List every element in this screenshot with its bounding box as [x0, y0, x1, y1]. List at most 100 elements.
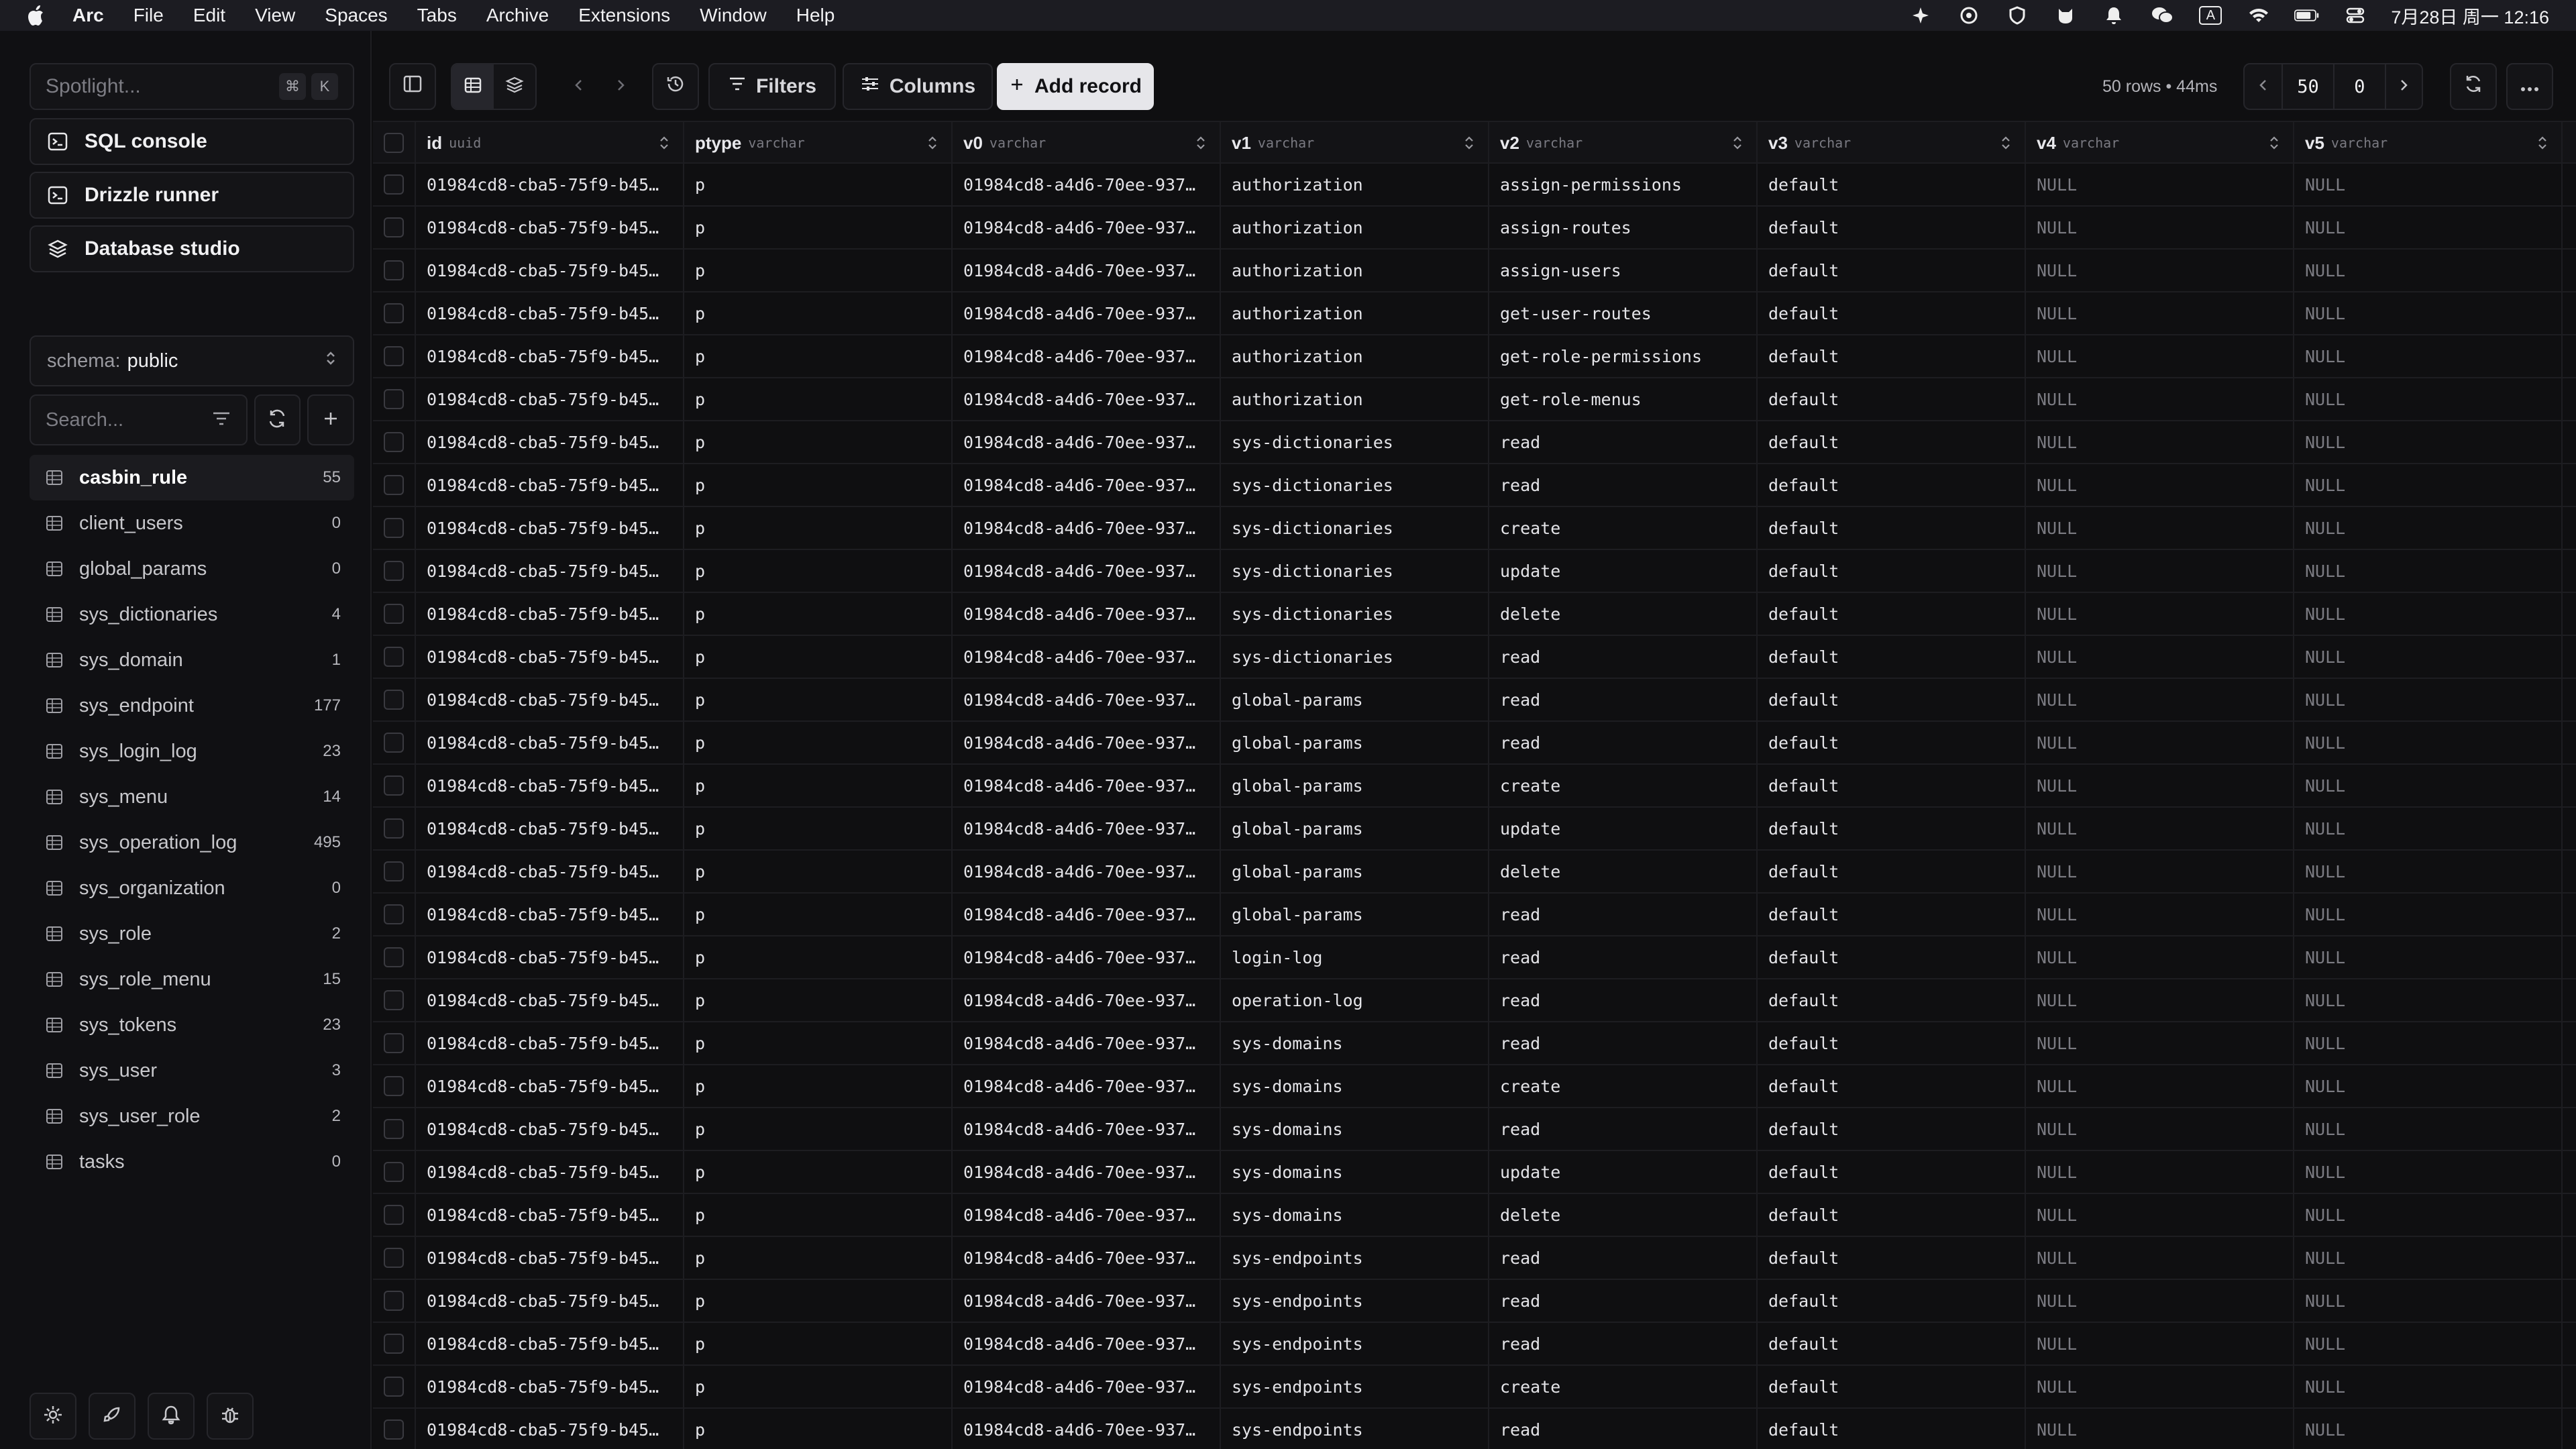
back-button[interactable] [558, 63, 600, 110]
row-checkbox[interactable] [384, 1162, 404, 1182]
menu-extensions[interactable]: Extensions [578, 5, 670, 26]
cell-v5[interactable]: NULL [2294, 722, 2563, 763]
cell-v5[interactable]: NULL [2294, 1323, 2563, 1364]
sidebar-table-item[interactable]: sys_user 3 [30, 1048, 354, 1093]
cell-v2[interactable]: delete [1489, 1194, 1758, 1236]
table-row[interactable]: 01984cd8-cba5-75f9-b45… p 01984cd8-a4d6-70… [373, 593, 2576, 636]
cell-v2[interactable]: delete [1489, 593, 1758, 635]
spotlight-search[interactable]: Spotlight... ⌘ K [30, 63, 354, 110]
cell-v3[interactable]: default [1758, 1065, 2026, 1107]
cell-v3[interactable]: default [1758, 679, 2026, 720]
cell-v2[interactable]: read [1489, 1323, 1758, 1364]
cell-v0[interactable]: 01984cd8-a4d6-70ee-937… [953, 207, 1221, 248]
row-checkbox[interactable] [384, 904, 404, 924]
cell-v0[interactable]: 01984cd8-a4d6-70ee-937… [953, 292, 1221, 334]
table-search-input[interactable]: Search... [30, 394, 248, 445]
cell-v1[interactable]: authorization [1221, 250, 1489, 291]
cell-id[interactable]: 01984cd8-cba5-75f9-b45… [416, 1108, 684, 1150]
schema-view-button[interactable] [494, 64, 535, 109]
cell-v3[interactable]: default [1758, 722, 2026, 763]
row-checkbox[interactable] [384, 174, 404, 195]
cell-v4[interactable]: NULL [2026, 250, 2294, 291]
cell-id[interactable]: 01984cd8-cba5-75f9-b45… [416, 335, 684, 377]
row-checkbox[interactable] [384, 947, 404, 967]
cell-v4[interactable]: NULL [2026, 507, 2294, 549]
cell-v2[interactable]: read [1489, 936, 1758, 978]
cell-v4[interactable]: NULL [2026, 722, 2294, 763]
cell-id[interactable]: 01984cd8-cba5-75f9-b45… [416, 292, 684, 334]
cell-v1[interactable]: authorization [1221, 335, 1489, 377]
column-header-id[interactable]: id uuid [416, 122, 684, 164]
cell-v2[interactable]: read [1489, 464, 1758, 506]
table-row[interactable]: 01984cd8-cba5-75f9-b45… p 01984cd8-a4d6-70… [373, 679, 2576, 722]
cell-v4[interactable]: NULL [2026, 593, 2294, 635]
openai-icon[interactable] [1956, 5, 1982, 25]
menubar-clock[interactable]: 7月28日 周一 12:16 [2391, 3, 2549, 29]
cell-id[interactable]: 01984cd8-cba5-75f9-b45… [416, 1065, 684, 1107]
add-record-button[interactable]: Add record [997, 63, 1154, 110]
cell-v1[interactable]: sys-endpoints [1221, 1280, 1489, 1322]
table-row[interactable]: 01984cd8-cba5-75f9-b45… p 01984cd8-a4d6-70… [373, 1237, 2576, 1280]
cell-v0[interactable]: 01984cd8-a4d6-70ee-937… [953, 1022, 1221, 1064]
table-row[interactable]: 01984cd8-cba5-75f9-b45… p 01984cd8-a4d6-70… [373, 1065, 2576, 1108]
cell-v2[interactable]: read [1489, 679, 1758, 720]
cell-ptype[interactable]: p [684, 164, 953, 205]
row-checkbox[interactable] [384, 647, 404, 667]
cell-id[interactable]: 01984cd8-cba5-75f9-b45… [416, 722, 684, 763]
table-row[interactable]: 01984cd8-cba5-75f9-b45… p 01984cd8-a4d6-70… [373, 936, 2576, 979]
cell-v0[interactable]: 01984cd8-a4d6-70ee-937… [953, 979, 1221, 1021]
cell-v2[interactable]: create [1489, 1366, 1758, 1407]
cell-ptype[interactable]: p [684, 292, 953, 334]
table-row[interactable]: 01984cd8-cba5-75f9-b45… p 01984cd8-a4d6-70… [373, 636, 2576, 679]
cell-ptype[interactable]: p [684, 1108, 953, 1150]
sort-icon[interactable] [1729, 133, 1746, 153]
cell-v1[interactable]: sys-dictionaries [1221, 464, 1489, 506]
cell-v2[interactable]: create [1489, 507, 1758, 549]
cell-v1[interactable]: authorization [1221, 164, 1489, 205]
cell-id[interactable]: 01984cd8-cba5-75f9-b45… [416, 765, 684, 806]
row-checkbox[interactable] [384, 518, 404, 538]
row-checkbox[interactable] [384, 1205, 404, 1225]
sidebar-table-item[interactable]: tasks 0 [30, 1139, 354, 1185]
cell-v0[interactable]: 01984cd8-a4d6-70ee-937… [953, 722, 1221, 763]
row-checkbox[interactable] [384, 1119, 404, 1139]
cell-ptype[interactable]: p [684, 1194, 953, 1236]
cell-v4[interactable]: NULL [2026, 1194, 2294, 1236]
cell-v1[interactable]: sys-dictionaries [1221, 507, 1489, 549]
cell-v2[interactable]: read [1489, 1280, 1758, 1322]
cell-v5[interactable]: NULL [2294, 1366, 2563, 1407]
cell-ptype[interactable]: p [684, 378, 953, 420]
cell-ptype[interactable]: p [684, 1366, 953, 1407]
cell-v3[interactable]: default [1758, 1323, 2026, 1364]
row-checkbox[interactable] [384, 389, 404, 409]
row-checkbox[interactable] [384, 432, 404, 452]
cell-v4[interactable]: NULL [2026, 936, 2294, 978]
cell-id[interactable]: 01984cd8-cba5-75f9-b45… [416, 1409, 684, 1449]
cat-icon[interactable] [2053, 5, 2078, 25]
cell-id[interactable]: 01984cd8-cba5-75f9-b45… [416, 1237, 684, 1279]
cell-v5[interactable]: NULL [2294, 207, 2563, 248]
cell-v1[interactable]: sys-endpoints [1221, 1409, 1489, 1449]
cell-v3[interactable]: default [1758, 550, 2026, 592]
history-button[interactable] [652, 63, 699, 110]
cell-v2[interactable]: create [1489, 1065, 1758, 1107]
column-header-v1[interactable]: v1 varchar [1221, 122, 1489, 164]
grid-view-button[interactable] [452, 64, 494, 109]
cell-v0[interactable]: 01984cd8-a4d6-70ee-937… [953, 1065, 1221, 1107]
cell-ptype[interactable]: p [684, 421, 953, 463]
apple-logo-icon[interactable] [27, 4, 47, 27]
cell-id[interactable]: 01984cd8-cba5-75f9-b45… [416, 1280, 684, 1322]
cell-v1[interactable]: sys-dictionaries [1221, 636, 1489, 678]
refresh-tables-button[interactable] [254, 394, 301, 445]
cell-v0[interactable]: 01984cd8-a4d6-70ee-937… [953, 464, 1221, 506]
row-checkbox[interactable] [384, 818, 404, 839]
row-checkbox[interactable] [384, 1076, 404, 1096]
table-row[interactable]: 01984cd8-cba5-75f9-b45… p 01984cd8-a4d6-70… [373, 1323, 2576, 1366]
row-checkbox[interactable] [384, 1377, 404, 1397]
table-row[interactable]: 01984cd8-cba5-75f9-b45… p 01984cd8-a4d6-70… [373, 507, 2576, 550]
cell-id[interactable]: 01984cd8-cba5-75f9-b45… [416, 808, 684, 849]
cell-v4[interactable]: NULL [2026, 207, 2294, 248]
sort-icon[interactable] [1193, 133, 1209, 153]
menu-archive[interactable]: Archive [486, 5, 549, 26]
cell-v1[interactable]: sys-domains [1221, 1151, 1489, 1193]
